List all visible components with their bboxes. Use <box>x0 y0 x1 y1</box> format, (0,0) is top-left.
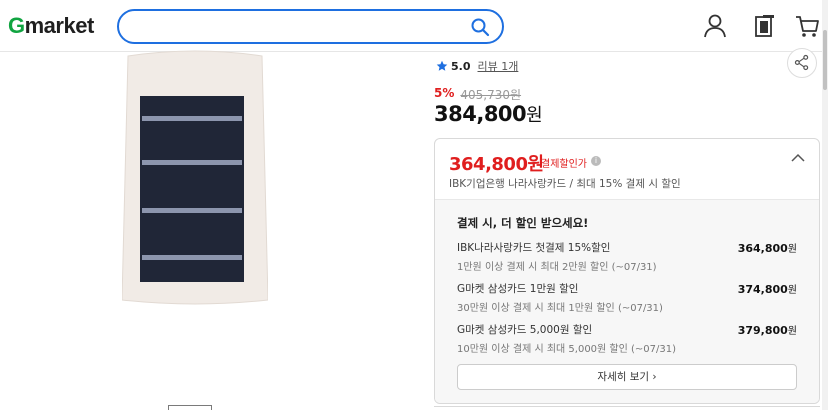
card-offer-price-unit: 원 <box>787 244 797 255</box>
search-input[interactable] <box>133 17 453 37</box>
list-item: G마켓 삼성카드 1만원 할인 30만원 이상 결제 시 최대 1만원 할인 (… <box>457 281 797 317</box>
user-icon[interactable] <box>701 12 729 40</box>
best-card-price: 364,800원 <box>449 154 544 175</box>
product-image <box>122 50 268 305</box>
card-offer-condition: 30만원 이상 결제 시 최대 1만원 할인 (~07/31) <box>457 303 663 314</box>
sale-price: 384,800원 <box>434 101 543 127</box>
share-icon <box>794 54 809 71</box>
card-discount-header[interactable]: 364,800원 결제할인가 i IBK기업은행 나라사랑카드 / 최대 15%… <box>435 139 819 201</box>
recent-view-icon[interactable] <box>750 12 778 40</box>
card-offer-price-unit: 원 <box>787 326 797 337</box>
search-box <box>117 9 504 44</box>
next-section-divider <box>434 406 820 410</box>
list-item: G마켓 삼성카드 5,000원 할인 10만원 이상 결제 시 최대 5,000… <box>457 322 797 358</box>
card-list-title: 결제 시, 더 할인 받으세요! <box>457 216 589 230</box>
gmarket-logo[interactable]: Gmarket <box>8 13 94 39</box>
cart-icon[interactable] <box>793 12 821 40</box>
star-icon <box>436 60 448 71</box>
card-offer-price-number: 364,800 <box>737 242 788 255</box>
card-offer-condition: 10만원 이상 결제 시 최대 5,000원 할인 (~07/31) <box>457 344 677 355</box>
info-icon[interactable]: i <box>591 156 601 166</box>
review-count-link[interactable]: 리뷰 1개 <box>478 58 519 74</box>
card-offer-price-unit: 원 <box>787 285 797 296</box>
card-offer-price-number: 379,800 <box>737 324 788 337</box>
sale-price-number: 384,800 <box>434 102 527 126</box>
card-offer-name: IBK나라사랑카드 첫결제 15%할인 <box>457 242 611 254</box>
card-offer-price-number: 374,800 <box>737 283 788 296</box>
image-thumbnail[interactable] <box>168 405 212 410</box>
card-offer-price: 364,800원 <box>738 240 797 255</box>
card-discount-list: 결제 시, 더 할인 받으세요! IBK나라사랑카드 첫결제 15%할인 1만원… <box>435 199 819 403</box>
list-item: IBK나라사랑카드 첫결제 15%할인 1만원 이상 결제 시 최대 2만원 할… <box>457 240 797 276</box>
page-scrollbar[interactable] <box>822 0 828 410</box>
card-offer-price: 374,800원 <box>738 281 797 296</box>
sale-price-unit: 원 <box>526 105 543 126</box>
best-card-price-label: 결제할인가 <box>541 159 587 170</box>
logo-wordmark: market <box>24 13 95 38</box>
card-offer-price: 379,800원 <box>738 322 797 337</box>
card-offer-condition: 1만원 이상 결제 시 최대 2만원 할인 (~07/31) <box>457 262 657 273</box>
rating-summary: 5.0 리뷰 1개 <box>436 58 518 74</box>
logo-letter-g: G <box>8 13 25 38</box>
scrollbar-thumb[interactable] <box>823 30 827 90</box>
card-offer-name: G마켓 삼성카드 1만원 할인 <box>457 283 579 295</box>
best-card-description: IBK기업은행 나라사랑카드 / 최대 15% 결제 시 할인 <box>449 178 681 190</box>
share-button[interactable] <box>787 48 817 78</box>
rating-score: 5.0 <box>451 59 471 73</box>
card-discount-panel: 364,800원 결제할인가 i IBK기업은행 나라사랑카드 / 최대 15%… <box>434 138 820 404</box>
search-icon[interactable] <box>470 17 490 37</box>
top-header: Gmarket <box>0 0 828 52</box>
card-offer-name: G마켓 삼성카드 5,000원 할인 <box>457 324 593 336</box>
view-details-button[interactable]: 자세히 보기 › <box>457 364 797 390</box>
chevron-up-icon[interactable] <box>791 153 805 163</box>
